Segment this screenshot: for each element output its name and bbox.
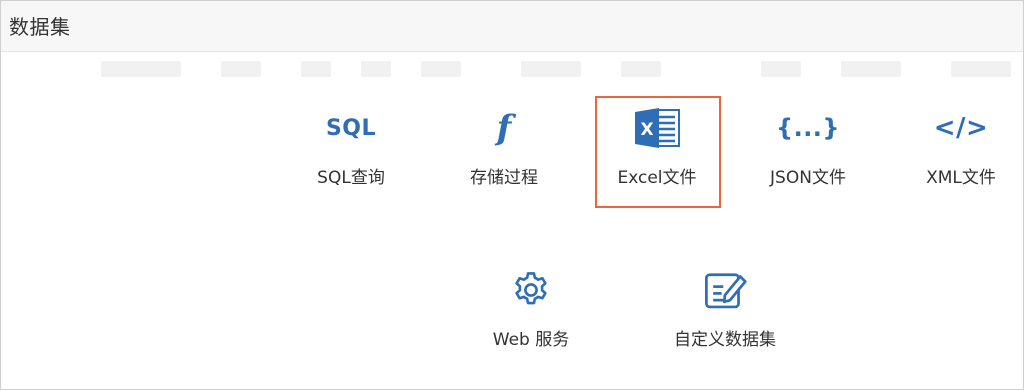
background-toolbar-ghost [101, 61, 1021, 81]
option-label: Excel文件 [617, 168, 697, 188]
svg-text:X: X [640, 120, 653, 140]
option-label: 自定义数据集 [674, 330, 776, 350]
sql-icon: SQL [325, 115, 377, 141]
option-web-service[interactable]: Web 服务 [471, 267, 591, 350]
excel-icon: X [597, 105, 717, 151]
option-label: JSON文件 [770, 168, 846, 188]
dataset-dialog: 数据集 SQL SQL查询 f 存储过程 X Excel文件 {...} JSO… [0, 0, 1024, 390]
dialog-header: 数据集 [1, 1, 1023, 52]
option-custom-dataset[interactable]: 自定义数据集 [665, 267, 785, 350]
option-label: 存储过程 [470, 168, 538, 188]
option-label: XML文件 [926, 168, 996, 188]
edit-form-icon [665, 267, 785, 313]
option-stored-procedure[interactable]: f 存储过程 [444, 105, 564, 188]
dialog-title: 数据集 [9, 15, 71, 39]
option-xml-file[interactable]: </> XML文件 [901, 105, 1021, 188]
gear-icon [471, 267, 591, 313]
option-label: Web 服务 [492, 330, 570, 350]
xml-icon: </> [933, 113, 989, 143]
option-json-file[interactable]: {...} JSON文件 [748, 105, 868, 188]
option-excel-file[interactable]: X Excel文件 [597, 105, 717, 188]
option-label: SQL查询 [317, 168, 385, 188]
option-sql-query[interactable]: SQL SQL查询 [291, 105, 411, 189]
json-icon: {...} [775, 114, 841, 142]
function-icon: f [496, 108, 512, 148]
